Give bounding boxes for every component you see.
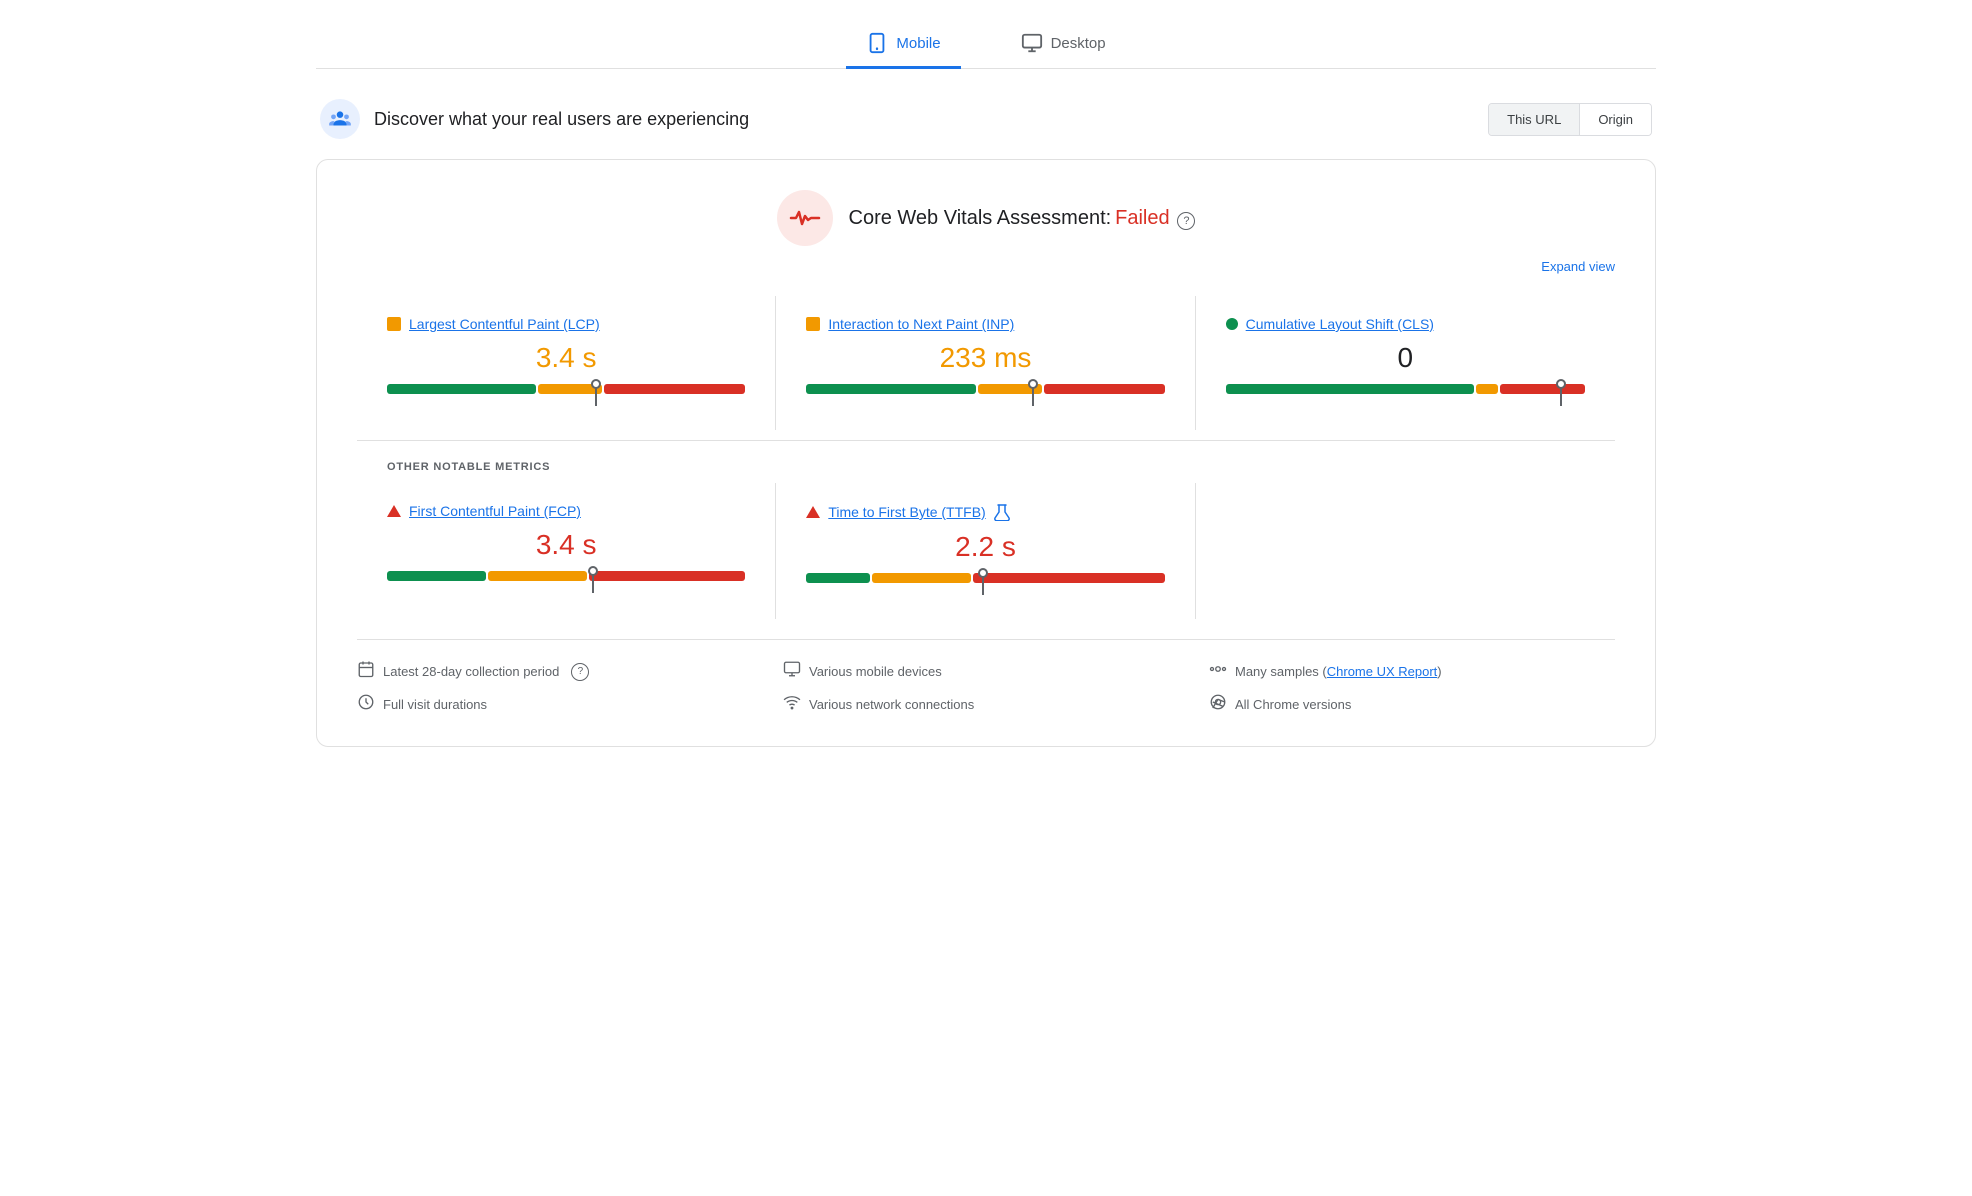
metric-inp: Interaction to Next Paint (INP) 233 ms [776, 296, 1195, 430]
clock-icon [357, 693, 375, 716]
tab-mobile[interactable]: Mobile [846, 20, 960, 69]
footer-visits-text: Full visit durations [383, 697, 487, 712]
cls-bar [1226, 384, 1585, 394]
tab-desktop-label: Desktop [1051, 35, 1106, 52]
assessment-icon [777, 190, 833, 246]
lcp-bar [387, 384, 745, 394]
header-section: Discover what your real users are experi… [316, 99, 1656, 139]
ttfb-indicator [806, 506, 820, 518]
lcp-bar-red [604, 384, 746, 394]
wifi-icon [783, 693, 801, 716]
vitals-icon [789, 206, 821, 230]
footer-section: Latest 28-day collection period ? Variou… [357, 639, 1615, 716]
footer-chrome: All Chrome versions [1209, 693, 1615, 716]
metric-cls: Cumulative Layout Shift (CLS) 0 [1196, 296, 1615, 430]
tab-mobile-label: Mobile [896, 35, 940, 52]
cls-name[interactable]: Cumulative Layout Shift (CLS) [1246, 316, 1434, 332]
cls-bar-orange [1476, 384, 1497, 394]
inp-label-row: Interaction to Next Paint (INP) [806, 316, 1164, 332]
footer-network: Various network connections [783, 693, 1189, 716]
fcp-label-row: First Contentful Paint (FCP) [387, 503, 745, 519]
fcp-bar-orange [488, 571, 587, 581]
dots-icon [1209, 660, 1227, 683]
lcp-value: 3.4 s [387, 342, 745, 374]
fcp-value: 3.4 s [387, 529, 745, 561]
assessment-title: Core Web Vitals Assessment: [849, 207, 1112, 229]
metrics-divider [357, 440, 1615, 441]
ttfb-bar-red [973, 573, 1164, 583]
metric-ttfb: Time to First Byte (TTFB) 2.2 s [776, 483, 1195, 619]
lcp-label-row: Largest Contentful Paint (LCP) [387, 316, 745, 332]
assessment-help-icon[interactable]: ? [1177, 212, 1195, 230]
expand-view-link[interactable]: Expand view [1541, 259, 1615, 274]
this-url-button[interactable]: This URL [1489, 104, 1580, 135]
fcp-bar [387, 571, 745, 581]
main-card: Core Web Vitals Assessment: Failed ? Exp… [316, 159, 1656, 747]
desktop-icon [1021, 32, 1043, 54]
cls-value: 0 [1226, 342, 1585, 374]
ttfb-bar-orange [872, 573, 971, 583]
inp-name[interactable]: Interaction to Next Paint (INP) [828, 316, 1014, 332]
fcp-indicator [387, 505, 401, 517]
monitor-icon [783, 660, 801, 683]
fcp-marker [588, 566, 598, 593]
chrome-ux-link[interactable]: Chrome UX Report [1327, 664, 1438, 679]
inp-indicator [806, 317, 820, 331]
footer-chrome-text: All Chrome versions [1235, 697, 1351, 712]
url-origin-toggle: This URL Origin [1488, 103, 1652, 136]
footer-devices: Various mobile devices [783, 660, 1189, 683]
metric-fcp: First Contentful Paint (FCP) 3.4 s [357, 483, 776, 619]
page-title: Discover what your real users are experi… [374, 109, 749, 130]
assessment-title-group: Core Web Vitals Assessment: Failed ? [849, 207, 1196, 230]
tab-desktop[interactable]: Desktop [1001, 20, 1126, 69]
assessment-status: Failed [1115, 207, 1169, 229]
chrome-icon [1209, 693, 1227, 716]
avatar [320, 99, 360, 139]
cls-indicator [1226, 318, 1238, 330]
metric-lcp: Largest Contentful Paint (LCP) 3.4 s [357, 296, 776, 430]
ttfb-value: 2.2 s [806, 531, 1164, 563]
core-metrics-grid: Largest Contentful Paint (LCP) 3.4 s [357, 296, 1615, 430]
lcp-indicator [387, 317, 401, 331]
ttfb-bar-green [806, 573, 870, 583]
mobile-icon [866, 32, 888, 54]
other-metrics-grid: First Contentful Paint (FCP) 3.4 s [357, 483, 1615, 619]
users-icon [327, 106, 353, 132]
footer-network-text: Various network connections [809, 697, 974, 712]
tab-bar: Mobile Desktop [316, 20, 1656, 69]
footer-collection-text: Latest 28-day collection period [383, 664, 559, 679]
collection-help-icon[interactable]: ? [571, 663, 589, 681]
footer-samples-text: Many samples (Chrome UX Report) [1235, 664, 1442, 679]
metric-empty [1196, 483, 1615, 619]
inp-bar-green [806, 384, 976, 394]
other-metrics-label: OTHER NOTABLE METRICS [357, 461, 1615, 473]
inp-bar-red [1044, 384, 1164, 394]
fcp-bar-green [387, 571, 486, 581]
cls-bar-green [1226, 384, 1475, 394]
ttfb-name[interactable]: Time to First Byte (TTFB) [828, 504, 985, 520]
cls-label-row: Cumulative Layout Shift (CLS) [1226, 316, 1585, 332]
header-left: Discover what your real users are experi… [320, 99, 749, 139]
inp-bar [806, 384, 1164, 394]
fcp-name[interactable]: First Contentful Paint (FCP) [409, 503, 581, 519]
footer-samples: Many samples (Chrome UX Report) [1209, 660, 1615, 683]
lcp-name[interactable]: Largest Contentful Paint (LCP) [409, 316, 600, 332]
footer-collection-period: Latest 28-day collection period ? [357, 660, 763, 683]
ttfb-bar [806, 573, 1164, 583]
cls-bar-red [1500, 384, 1585, 394]
lcp-bar-green [387, 384, 536, 394]
ttfb-marker [978, 568, 988, 595]
origin-button[interactable]: Origin [1580, 104, 1651, 135]
lcp-marker [591, 379, 601, 406]
fcp-bar-red [589, 571, 745, 581]
assessment-header: Core Web Vitals Assessment: Failed ? Exp… [357, 190, 1615, 246]
cls-marker [1556, 379, 1566, 406]
footer-visits: Full visit durations [357, 693, 763, 716]
footer-devices-text: Various mobile devices [809, 664, 942, 679]
inp-value: 233 ms [806, 342, 1164, 374]
ttfb-label-row: Time to First Byte (TTFB) [806, 503, 1164, 521]
ttfb-beaker-icon [994, 503, 1010, 521]
calendar-icon [357, 660, 375, 683]
inp-marker [1028, 379, 1038, 406]
